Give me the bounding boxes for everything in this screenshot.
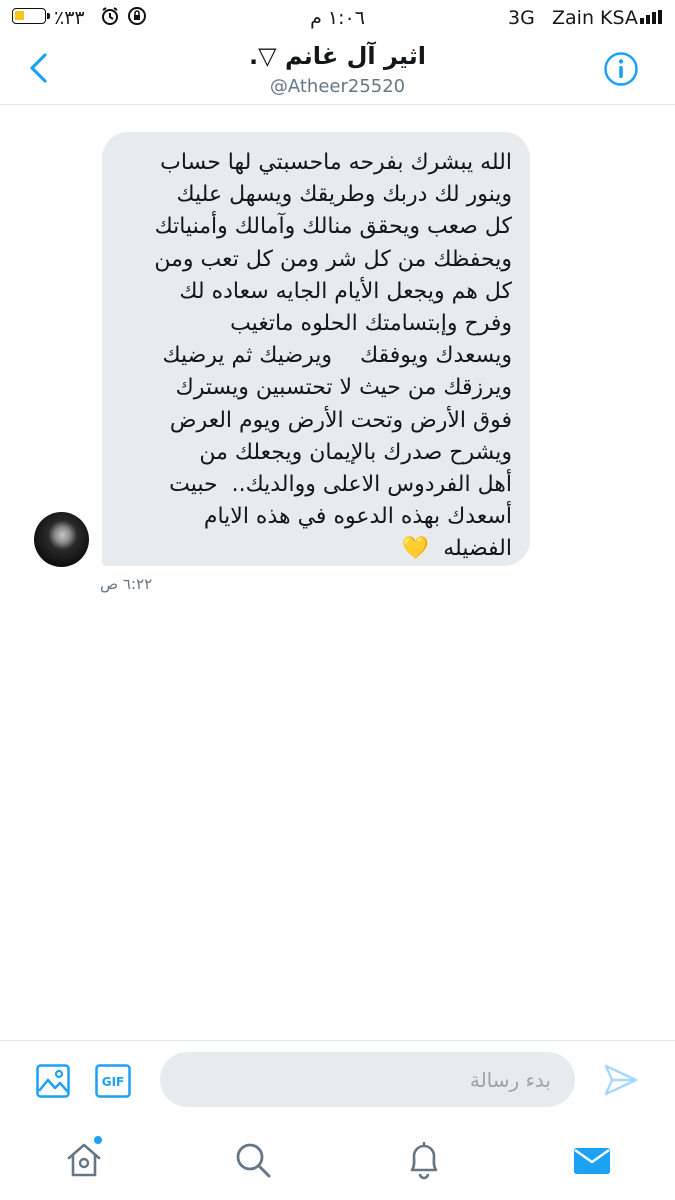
message-line: أهل الفردوس الاعلى ووالديك.. حبيت xyxy=(169,472,512,498)
notification-dot xyxy=(94,1136,102,1144)
message-line: أسعدك بهذه الدعوه في هذه الايام xyxy=(203,504,512,530)
message-bubble[interactable]: الله يبشرك بفرحه ماحسبتي لها حساب وينور ل… xyxy=(102,132,530,566)
image-icon[interactable] xyxy=(35,1063,71,1099)
message-text: الله يبشرك بفرحه ماحسبتي لها حساب وينور ل… xyxy=(112,147,512,566)
user-handle: @Atheer25520 xyxy=(269,76,406,97)
message-line: فوق الأرض وتحت الأرض ويوم العرض xyxy=(169,407,512,433)
avatar[interactable] xyxy=(34,512,89,567)
gif-icon[interactable]: GIF xyxy=(95,1063,131,1099)
status-bar: ٪٣٣ ١:٠٦ م 3G Zain KSA xyxy=(0,0,675,36)
conversation-header: اثير آل غانم ▽. @Atheer25520 xyxy=(0,36,675,105)
carrier-name: Zain KSA xyxy=(552,7,638,29)
message-line: ويسعدك ويوفقك ويرضيك ثم يرضيك xyxy=(162,343,512,369)
gif-label: GIF xyxy=(102,1075,125,1089)
message-line: كل هم ويجعل الأيام الجايه سعاده لك xyxy=(179,278,512,304)
search-icon xyxy=(236,1143,271,1178)
message-input[interactable] xyxy=(160,1052,575,1107)
tab-bar xyxy=(0,1120,675,1200)
network-type: 3G xyxy=(508,7,535,29)
message-line: وفرح وإبتسامتك الحلوه ماتغيب xyxy=(230,311,512,337)
signal-icon xyxy=(640,10,662,24)
message-line: الفضيله 💛 xyxy=(401,536,512,562)
tab-notifications[interactable] xyxy=(404,1140,444,1180)
message-line: كل صعب ويحقق منالك وآمالك وأمنياتك xyxy=(154,214,512,240)
tab-messages[interactable] xyxy=(572,1140,612,1180)
message-line: الله يبشرك بفرحه ماحسبتي لها حساب xyxy=(160,150,512,175)
send-icon[interactable] xyxy=(603,1063,639,1097)
message-timestamp: ٦:٢٢ ص xyxy=(100,575,153,593)
bell-icon xyxy=(410,1141,438,1180)
mail-icon xyxy=(574,1148,610,1174)
message-composer: GIF xyxy=(0,1040,675,1121)
message-line: وينور لك دربك وطريقك ويسهل عليك xyxy=(176,182,513,208)
info-icon[interactable] xyxy=(603,51,639,87)
page-title: اثير آل غانم ▽. xyxy=(249,42,426,70)
message-line: ويرزقك من حيث لا تحتسبين ويسترك xyxy=(175,375,512,401)
tab-search[interactable] xyxy=(233,1140,273,1180)
tab-home[interactable] xyxy=(64,1136,104,1180)
message-line: ويحفظك من كل شر ومن كل تعب ومن xyxy=(154,246,512,272)
message-line: ويشرح صدرك بالإيمان ويجعلك من xyxy=(199,439,512,465)
home-icon xyxy=(67,1143,101,1177)
